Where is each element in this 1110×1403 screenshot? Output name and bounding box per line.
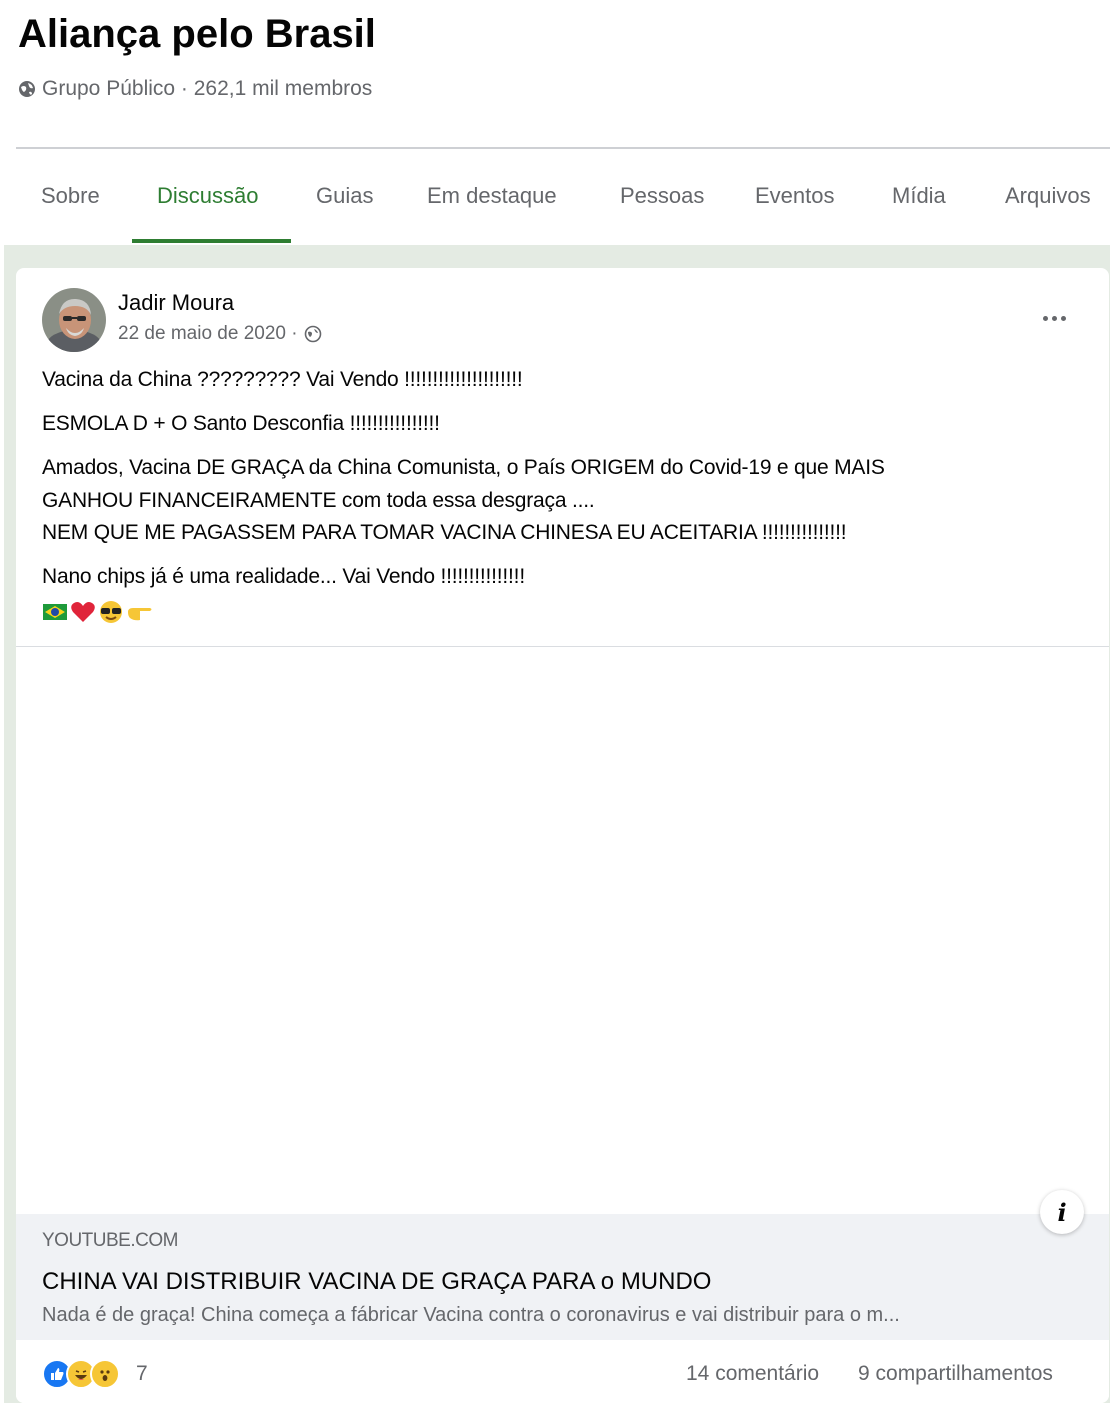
shares-count[interactable]: 9 compartilhamentos [858,1362,1053,1386]
post-line: Vacina da China ????????? Vai Vendo !!!!… [42,368,523,391]
link-domain: YOUTUBE.COM [42,1230,178,1251]
brazil-flag-icon [43,604,67,620]
reaction-count[interactable]: 7 [136,1362,148,1386]
post-date[interactable]: 22 de maio de 2020 · [118,323,322,345]
link-preview[interactable]: YOUTUBE.COM CHINA VAI DISTRIBUIR VACINA … [16,1214,1109,1340]
reaction-icons[interactable] [42,1359,120,1389]
tab-discussao[interactable]: Discussão [157,183,258,209]
group-tabs: Sobre Discussão Guias Em destaque Pessoa… [0,149,1110,245]
author-avatar[interactable] [42,288,106,352]
post-line: Amados, Vacina DE GRAÇA da China Comunis… [42,456,885,479]
comments-count[interactable]: 14 comentário [686,1362,819,1386]
globe-icon [304,325,321,343]
more-options-icon[interactable] [1034,306,1074,330]
link-title: CHINA VAI DISTRIBUIR VACINA DE GRAÇA PAR… [42,1268,712,1295]
tab-midia[interactable]: Mídia [892,183,946,209]
tab-sobre[interactable]: Sobre [41,183,100,209]
pointing-hand-icon [128,608,152,621]
link-media-preview[interactable] [16,647,1109,1214]
post-date-text: 22 de maio de 2020 · [118,323,298,344]
author-name[interactable]: Jadir Moura [118,290,234,316]
info-icon[interactable]: i [1040,1190,1084,1234]
group-header: Aliança pelo Brasil Grupo Público · 262,… [0,0,1110,148]
group-meta-text: Grupo Público · 262,1 mil membros [42,77,373,100]
wow-reaction-icon [90,1359,120,1389]
sunglasses-face-icon [100,601,122,623]
tab-em-destaque[interactable]: Em destaque [427,183,557,209]
active-tab-indicator [132,239,291,243]
link-description: Nada é de graça! China começa a fábricar… [42,1304,900,1326]
tab-arquivos[interactable]: Arquivos [1005,183,1091,209]
post-line: ESMOLA D + O Santo Desconfia !!!!!!!!!!!… [42,412,440,435]
post-line: NEM QUE ME PAGASSEM PARA TOMAR VACINA CH… [42,521,847,544]
post-emojis [42,600,154,624]
tab-pessoas[interactable]: Pessoas [620,183,704,209]
tab-eventos[interactable]: Eventos [755,183,835,209]
avatar-image [42,288,106,352]
tab-guias[interactable]: Guias [316,183,373,209]
red-heart-icon [71,602,95,622]
post-line: GANHOU FINANCEIRAMENTE com toda essa des… [42,489,595,512]
post-line: Nano chips já é uma realidade... Vai Ven… [42,565,525,588]
group-title[interactable]: Aliança pelo Brasil [18,12,376,57]
reactions-bar: 7 14 comentário 9 compartilhamentos [16,1340,1109,1403]
globe-icon [19,81,35,97]
group-meta: Grupo Público · 262,1 mil membros [18,77,372,101]
post-card: Jadir Moura 22 de maio de 2020 · Vacina … [16,268,1109,1403]
